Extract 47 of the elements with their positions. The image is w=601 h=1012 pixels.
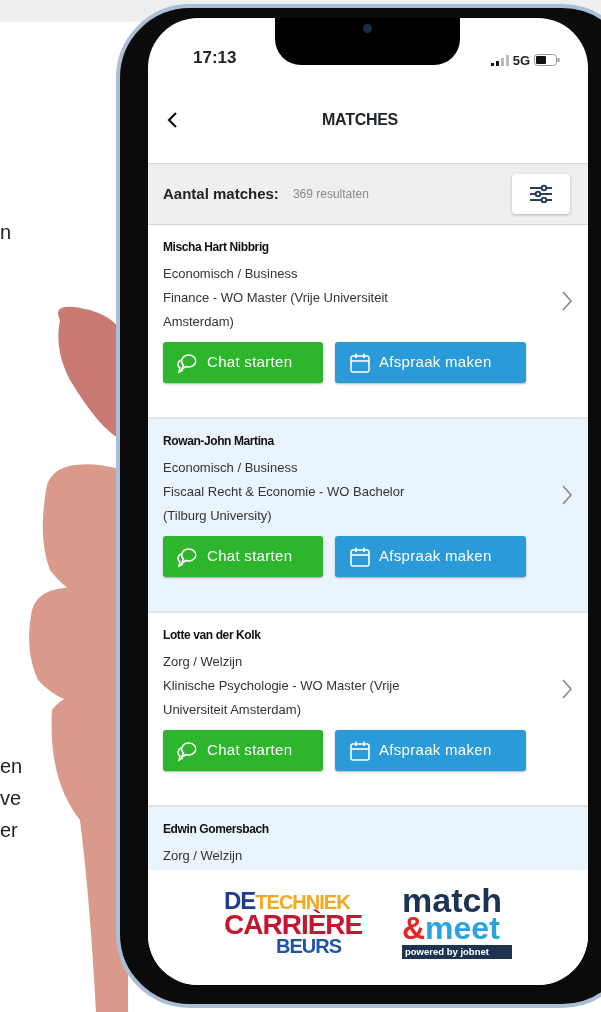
sliders-icon (529, 184, 553, 204)
match-card[interactable]: Edwin Gomersbach Zorg / Welzijn (148, 807, 588, 870)
match-name: Lotte van der Kolk (163, 627, 262, 644)
appointment-button[interactable]: Afspraak maken (335, 730, 526, 771)
text-fragment: er (0, 820, 18, 840)
match-name: Edwin Gomersbach (163, 821, 269, 838)
chevron-right-icon (561, 484, 573, 506)
back-icon (166, 111, 178, 130)
match-name: Mischa Hart Nibbrig (163, 239, 270, 256)
chat-button[interactable]: Chat starten (163, 342, 323, 383)
filter-button[interactable] (512, 174, 570, 214)
match-detail: Fiscaal Recht & Economie - WO Bachelor (Tilburg University) (163, 483, 406, 525)
status-time: 17:13 (193, 46, 237, 69)
chat-icon (177, 739, 199, 762)
chat-button[interactable]: Chat starten (163, 536, 323, 577)
appointment-button[interactable]: Afspraak maken (335, 536, 526, 577)
text-fragment: n (0, 222, 12, 242)
text-fragment: ve (0, 788, 22, 808)
results-label: Aantal matches: (163, 183, 279, 204)
chat-button[interactable]: Chat starten (163, 730, 323, 771)
match-detail: Klinische Psychologie - WO Master (Vrije Universiteit Amsterdam) (163, 677, 401, 719)
match-card[interactable]: Rowan-John Martina Economisch / Business Fiscaal Recht & Economie - WO Bachelor (Tilburg University) Chat starten Afspraak maken (148, 419, 588, 613)
battery-icon (534, 54, 560, 67)
text-fragment: en (0, 756, 23, 776)
match-card[interactable]: Mischa Hart Nibbrig Economisch / Business Finance - WO Master (Vrije Universiteit Amsterdam) Chat starten Afspraak maken (148, 225, 588, 419)
calendar-icon (349, 351, 371, 374)
network-type: 5G (512, 51, 530, 70)
match-detail: Economisch / Business (163, 459, 299, 477)
calendar-icon (349, 545, 371, 568)
page-title: MATCHES (322, 109, 398, 130)
signal-icon (490, 54, 509, 66)
chat-icon (177, 545, 199, 568)
appointment-button[interactable]: Afspraak maken (335, 342, 526, 383)
match-detail: Finance - WO Master (Vrije Universiteit Amsterdam) (163, 289, 389, 331)
chevron-right-icon (561, 678, 573, 700)
match-card[interactable]: Lotte van der Kolk Zorg / Welzijn Klinische Psychologie - WO Master (Vrije Universiteit Amsterdam) Chat starten Afspraak maken (148, 613, 588, 807)
match-name: Rowan-John Martina (163, 433, 276, 450)
calendar-icon (349, 739, 371, 762)
results-count: 369 resultaten (292, 186, 369, 203)
camera-icon (363, 24, 372, 33)
match-detail: Zorg / Welzijn (163, 847, 244, 865)
match-detail: Zorg / Welzijn (163, 653, 244, 671)
logo: DETECHNIEK CARRIÈRE BEURS (224, 890, 364, 955)
match-detail: Economisch / Business (163, 265, 299, 283)
chevron-right-icon (561, 290, 573, 312)
logo: match &meet powered by jobnet (402, 885, 512, 960)
chat-icon (177, 351, 199, 374)
